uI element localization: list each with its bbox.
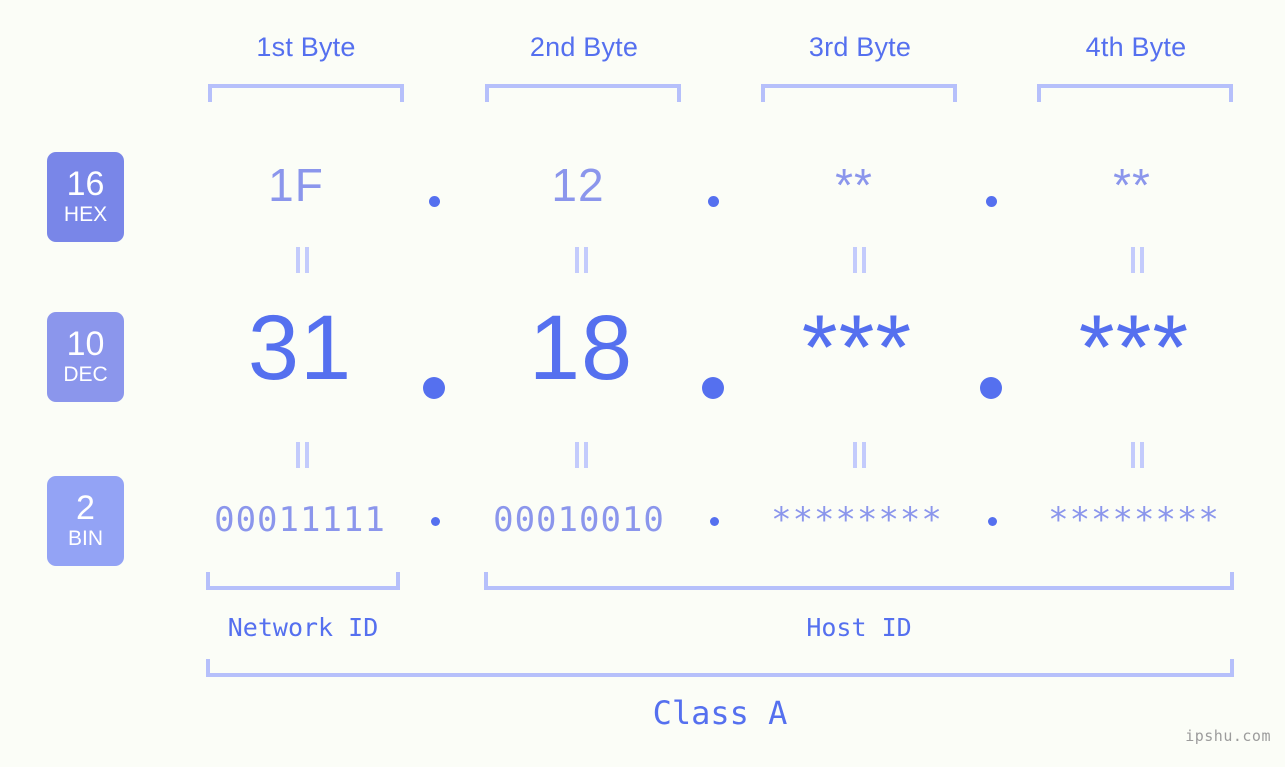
radix-badge-dec-number: 10 [66,325,105,364]
bin-value-byte-2: 00010010 [493,500,665,540]
dec-value-byte-2: 18 [528,297,634,399]
byte-bracket-2 [485,84,681,102]
dec-value-byte-1: 31 [247,297,353,399]
radix-badge-bin: 2 BIN [47,476,124,566]
bin-separator-dot-2 [710,517,719,526]
dec-separator-dot-1 [423,377,445,399]
bin-value-byte-4: ******** [1048,500,1220,540]
class-label: Class A [652,694,788,732]
hex-value-byte-3: ** [835,159,873,211]
equality-mark-dec-bin-1 [292,442,312,468]
radix-badge-bin-name: BIN [67,526,103,550]
bin-separator-dot-1 [431,517,440,526]
dec-separator-dot-2 [702,377,724,399]
class-bracket [206,659,1234,677]
host-id-label: Host ID [806,613,912,642]
hex-separator-dot-2 [708,196,719,207]
radix-badge-hex-name: HEX [63,202,108,226]
ip-byte-diagram: 1st Byte 2nd Byte 3rd Byte 4th Byte 16 H… [0,0,1285,767]
dec-separator-dot-3 [980,377,1002,399]
site-watermark: ipshu.com [1185,727,1271,745]
hex-value-byte-2: 12 [551,159,605,211]
dec-value-byte-4: *** [1078,297,1190,399]
host-id-bracket [484,572,1234,590]
equality-mark-hex-dec-3 [849,247,869,273]
equality-mark-hex-dec-1 [292,247,312,273]
network-id-label: Network ID [227,613,379,642]
bin-value-byte-3: ******** [771,500,943,540]
radix-badge-dec-name: DEC [63,362,108,386]
equality-mark-hex-dec-4 [1127,247,1147,273]
hex-value-byte-1: 1F [268,159,324,211]
byte-header-2: 2nd Byte [529,32,639,62]
radix-badge-bin-number: 2 [76,489,95,528]
bin-separator-dot-3 [988,517,997,526]
equality-mark-dec-bin-3 [849,442,869,468]
equality-mark-dec-bin-4 [1127,442,1147,468]
byte-header-1: 1st Byte [256,32,356,62]
radix-badge-hex-number: 16 [66,165,105,204]
hex-separator-dot-1 [429,196,440,207]
equality-mark-hex-dec-2 [571,247,591,273]
network-id-bracket [206,572,400,590]
byte-bracket-1 [208,84,404,102]
byte-bracket-3 [761,84,957,102]
hex-value-byte-4: ** [1113,159,1151,211]
byte-header-4: 4th Byte [1085,32,1187,62]
byte-header-3: 3rd Byte [808,32,912,62]
radix-badge-hex: 16 HEX [47,152,124,242]
hex-separator-dot-3 [986,196,997,207]
byte-bracket-4 [1037,84,1233,102]
dec-value-byte-3: *** [801,297,913,399]
equality-mark-dec-bin-2 [571,442,591,468]
bin-value-byte-1: 00011111 [214,500,386,540]
radix-badge-dec: 10 DEC [47,312,124,402]
